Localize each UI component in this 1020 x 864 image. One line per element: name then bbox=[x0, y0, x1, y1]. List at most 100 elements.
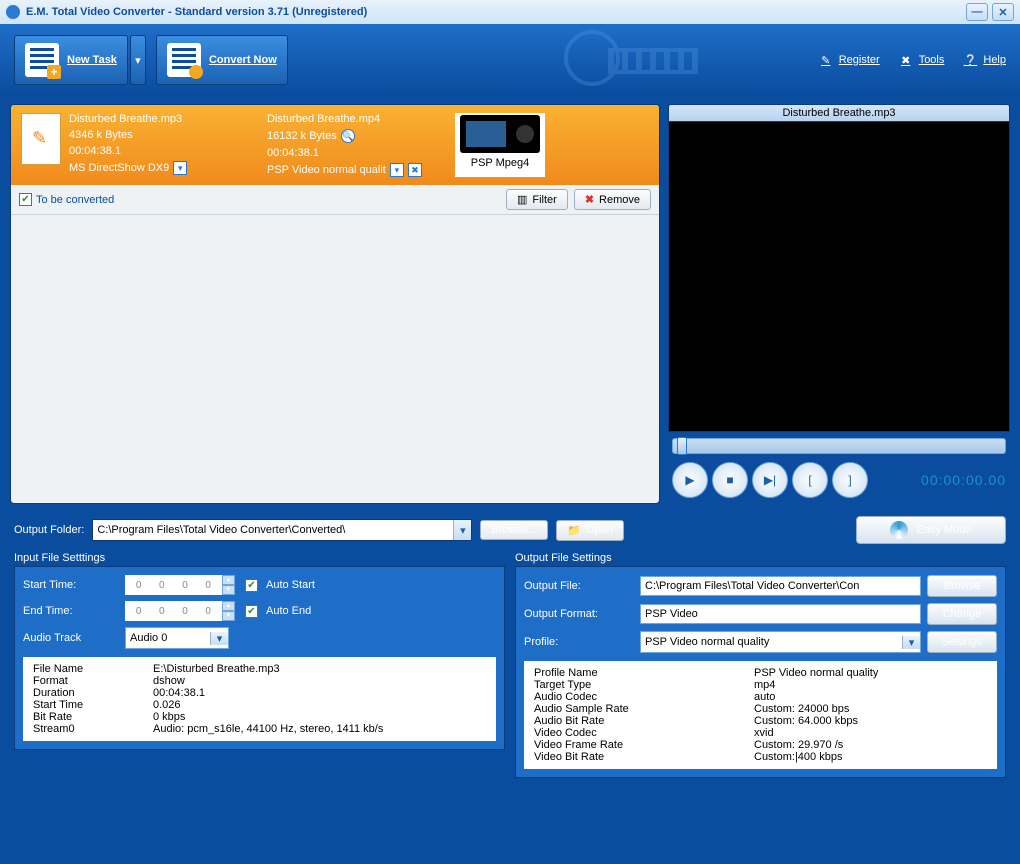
src-size: 4346 k Bytes bbox=[69, 129, 259, 141]
output-folder-combo[interactable]: ▾ bbox=[92, 519, 472, 541]
remove-icon: ✖ bbox=[585, 193, 594, 206]
preview-title: Disturbed Breathe.mp3 bbox=[668, 104, 1010, 122]
info-key: Video Bit Rate bbox=[534, 751, 754, 763]
titlebar: E.M. Total Video Converter - Standard ve… bbox=[0, 0, 1020, 24]
info-key: Video Codec bbox=[534, 727, 754, 739]
toolbar: + New Task ▾ Convert Now ✎Register ✖Tool… bbox=[0, 24, 1020, 96]
info-key: Audio Sample Rate bbox=[534, 703, 754, 715]
info-key: Audio Bit Rate bbox=[534, 715, 754, 727]
dst-duration: 00:04:38.1 bbox=[267, 147, 447, 159]
end-time-spinner[interactable]: ▲▼ bbox=[222, 601, 235, 621]
src-decoder: MS DirectShow DX9 bbox=[69, 162, 169, 174]
minimize-button[interactable]: — bbox=[966, 3, 988, 21]
audio-track-combo[interactable]: Audio 0▾ bbox=[125, 627, 229, 649]
info-key: Video Frame Rate bbox=[534, 739, 754, 751]
output-info-table: Profile NamePSP Video normal qualityTarg… bbox=[524, 661, 997, 769]
stop-button[interactable]: ■ bbox=[712, 462, 748, 498]
help-icon: ❔ bbox=[962, 52, 978, 68]
task-list-panel: Disturbed Breathe.mp3 4346 k Bytes 00:04… bbox=[10, 104, 660, 504]
profile-settings-icon[interactable]: ✖ bbox=[408, 163, 422, 177]
input-settings-title: Input File Setttings bbox=[14, 552, 505, 564]
help-link[interactable]: ❔Help bbox=[962, 52, 1006, 68]
start-time-label: Start Time: bbox=[23, 579, 115, 591]
filter-button[interactable]: ▥Filter bbox=[506, 189, 568, 210]
auto-end-checkbox[interactable]: ✔ bbox=[245, 605, 258, 618]
info-value: E:\Disturbed Breathe.mp3 bbox=[153, 663, 280, 675]
start-time-field[interactable]: 0000 bbox=[125, 575, 222, 595]
change-button[interactable]: Change bbox=[927, 603, 997, 625]
convert-now-label: Convert Now bbox=[209, 54, 277, 66]
mark-in-button[interactable]: [ bbox=[792, 462, 828, 498]
start-time-spinner[interactable]: ▲▼ bbox=[222, 575, 235, 595]
preview-panel: Disturbed Breathe.mp3 ▶ ■ ▶| [ ] 00:00:0… bbox=[668, 104, 1010, 504]
profile-label: Profile: bbox=[524, 636, 634, 648]
info-value: Custom:|400 kbps bbox=[754, 751, 842, 763]
mark-out-button[interactable]: ] bbox=[832, 462, 868, 498]
convert-icon bbox=[167, 43, 201, 77]
decoder-dropdown[interactable]: ▾ bbox=[173, 161, 187, 175]
info-key: Duration bbox=[33, 687, 153, 699]
settings-button[interactable]: Settings bbox=[927, 631, 997, 653]
output-file-field[interactable]: C:\Program Files\Total Video Converter\C… bbox=[640, 576, 921, 596]
file-icon bbox=[21, 113, 61, 165]
info-value: Audio: pcm_s16le, 44100 Hz, stereo, 1411… bbox=[153, 723, 383, 735]
info-value: 00:04:38.1 bbox=[153, 687, 205, 699]
register-link[interactable]: ✎Register bbox=[818, 52, 880, 68]
easy-mode-button[interactable]: Easy Mode bbox=[856, 516, 1006, 544]
timecode: 00:00:00.00 bbox=[921, 472, 1006, 488]
output-settings-title: Output File Settings bbox=[515, 552, 1006, 564]
output-format-label: Output Format: bbox=[524, 608, 634, 620]
dst-filename: Disturbed Breathe.mp4 bbox=[267, 113, 447, 125]
output-settings-panel: Output File Settings Output File: C:\Pro… bbox=[515, 552, 1006, 778]
next-button[interactable]: ▶| bbox=[752, 462, 788, 498]
info-value: 0.026 bbox=[153, 699, 181, 711]
browse-button[interactable]: Browse... bbox=[480, 520, 548, 540]
src-filename: Disturbed Breathe.mp3 bbox=[69, 113, 259, 125]
info-key: Profile Name bbox=[534, 667, 754, 679]
output-format-field[interactable]: PSP Video bbox=[640, 604, 921, 624]
new-task-icon: + bbox=[25, 43, 59, 77]
info-value: PSP Video normal quality bbox=[754, 667, 878, 679]
info-value: mp4 bbox=[754, 679, 775, 691]
dst-profile: PSP Video normal qualit bbox=[267, 164, 386, 176]
window-title: E.M. Total Video Converter - Standard ve… bbox=[26, 6, 367, 18]
device-preview: PSP Mpeg4 bbox=[455, 113, 545, 177]
info-value: 0 kbps bbox=[153, 711, 185, 723]
auto-start-label: Auto Start bbox=[266, 579, 315, 591]
preview-video[interactable] bbox=[668, 122, 1010, 432]
auto-end-label: Auto End bbox=[266, 605, 311, 617]
magnify-icon[interactable]: 🔍 bbox=[341, 129, 355, 143]
input-settings-panel: Input File Setttings Start Time: 0000 ▲▼… bbox=[14, 552, 505, 778]
new-task-dropdown[interactable]: ▾ bbox=[130, 35, 146, 85]
output-folder-dropdown[interactable]: ▾ bbox=[453, 520, 471, 540]
info-value: Custom: 64.000 kbps bbox=[754, 715, 858, 727]
end-time-label: End Time: bbox=[23, 605, 115, 617]
info-key: Target Type bbox=[534, 679, 754, 691]
app-icon bbox=[6, 5, 20, 19]
info-value: Custom: 29.970 /s bbox=[754, 739, 843, 751]
output-folder-input[interactable] bbox=[93, 520, 453, 540]
task-item[interactable]: Disturbed Breathe.mp3 4346 k Bytes 00:04… bbox=[11, 105, 659, 185]
output-folder-label: Output Folder: bbox=[14, 524, 84, 536]
psp-icon bbox=[460, 115, 540, 153]
info-value: dshow bbox=[153, 675, 185, 687]
to-be-converted-checkbox[interactable]: ✔ bbox=[19, 193, 32, 206]
seek-slider[interactable] bbox=[672, 438, 1006, 454]
new-task-button[interactable]: + New Task bbox=[14, 35, 128, 85]
close-button[interactable]: ✕ bbox=[992, 3, 1014, 21]
remove-button[interactable]: ✖Remove bbox=[574, 189, 651, 210]
auto-start-checkbox[interactable]: ✔ bbox=[245, 579, 258, 592]
seek-thumb[interactable] bbox=[677, 437, 687, 455]
output-file-label: Output File: bbox=[524, 580, 634, 592]
easy-mode-icon bbox=[890, 521, 908, 539]
end-time-field[interactable]: 0000 bbox=[125, 601, 222, 621]
play-button[interactable]: ▶ bbox=[672, 462, 708, 498]
tools-link[interactable]: ✖Tools bbox=[898, 52, 945, 68]
open-button[interactable]: 📁Open bbox=[556, 520, 624, 541]
info-key: Format bbox=[33, 675, 153, 687]
register-icon: ✎ bbox=[818, 52, 834, 68]
output-browse-button[interactable]: Browse bbox=[927, 575, 997, 597]
convert-now-button[interactable]: Convert Now bbox=[156, 35, 288, 85]
profile-combo[interactable]: PSP Video normal quality▾ bbox=[640, 631, 921, 653]
profile-dropdown[interactable]: ▾ bbox=[390, 163, 404, 177]
